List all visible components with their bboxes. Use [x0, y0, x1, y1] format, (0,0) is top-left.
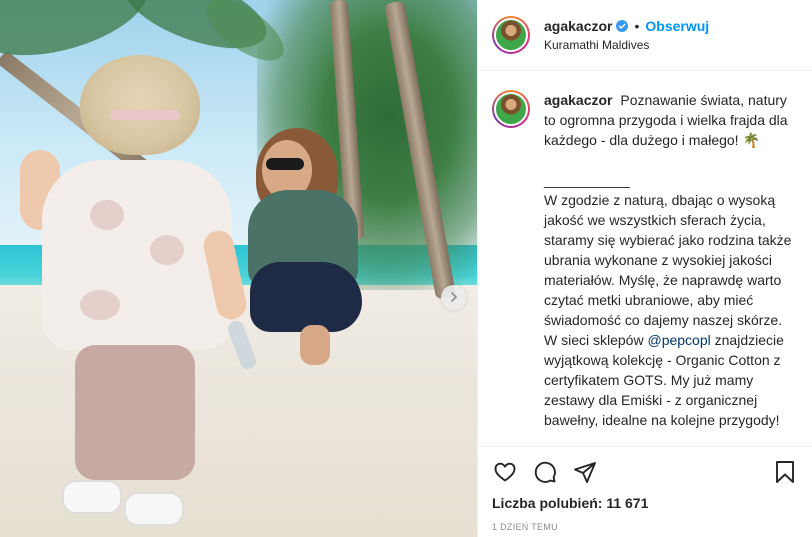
heart-icon[interactable]: [492, 459, 518, 485]
shirt-print: [90, 200, 124, 230]
woman-skirt: [250, 262, 362, 332]
likes-count[interactable]: Liczba polubień: 11 671: [492, 495, 798, 511]
author-avatar[interactable]: [492, 16, 530, 54]
chevron-right-icon: [449, 289, 459, 307]
caption-avatar[interactable]: [492, 90, 530, 128]
child-shoe: [124, 492, 184, 526]
next-photo-button[interactable]: [441, 285, 466, 310]
hat-band: [110, 110, 180, 120]
shirt-print: [150, 235, 184, 265]
comment-icon[interactable]: [532, 459, 558, 485]
separator-dot: •: [634, 18, 640, 34]
post-header: agakaczor • Obserwuj Kuramathi Maldives: [478, 0, 812, 71]
author-username[interactable]: agakaczor: [544, 18, 612, 34]
action-bar: [492, 447, 798, 497]
child-pants: [75, 345, 195, 480]
location-link[interactable]: Kuramathi Maldives: [544, 38, 709, 52]
woman-leg: [300, 325, 330, 365]
instagram-post: agakaczor • Obserwuj Kuramathi Maldives …: [0, 0, 812, 537]
post-actions-section: Liczba polubień: 11 671 1 dzień temu: [478, 446, 812, 537]
shirt-print: [80, 290, 120, 320]
avatar-image: [494, 18, 528, 52]
child-shoe: [62, 480, 122, 514]
paper-plane-icon[interactable]: [572, 459, 598, 485]
caption-area: agakaczor Poznawanie świata, natury to o…: [478, 72, 812, 445]
caption-paragraph-2-start: W zgodzie z naturą, dbając o wysoką jako…: [544, 192, 792, 348]
post-photo[interactable]: [0, 0, 477, 537]
header-line: agakaczor • Obserwuj: [544, 18, 709, 34]
caption-divider: ___________: [544, 172, 630, 188]
post-timestamp[interactable]: 1 dzień temu: [492, 522, 798, 532]
follow-button[interactable]: Obserwuj: [645, 18, 709, 34]
child-straw-hat: [80, 55, 200, 155]
verified-badge-icon: [616, 20, 629, 32]
header-text: agakaczor • Obserwuj Kuramathi Maldives: [544, 18, 709, 52]
sunglasses: [266, 158, 304, 170]
mention-link[interactable]: @pepcopl: [647, 332, 710, 348]
bookmark-icon[interactable]: [772, 459, 798, 485]
avatar-image: [494, 92, 528, 126]
child-shirt: [42, 160, 232, 350]
caption-username[interactable]: agakaczor: [544, 92, 612, 108]
caption-text: agakaczor Poznawanie świata, natury to o…: [544, 90, 794, 445]
caption-paragraph-2: W zgodzie z naturą, dbając o wysoką jako…: [544, 190, 794, 430]
post-side-panel: agakaczor • Obserwuj Kuramathi Maldives …: [477, 0, 812, 537]
